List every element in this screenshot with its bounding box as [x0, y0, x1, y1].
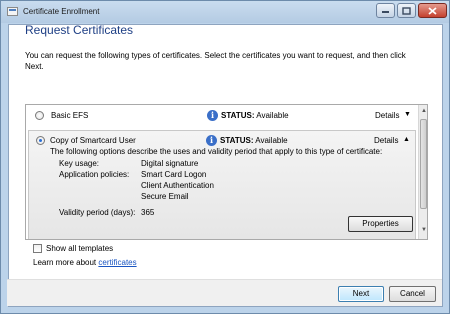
certificate-description: The following options describe the uses … [50, 147, 383, 156]
page-title: Request Certificates [25, 23, 134, 37]
status-label: STATUS: [220, 136, 254, 145]
window-title: Certificate Enrollment [23, 7, 100, 16]
next-button[interactable]: Next [338, 286, 384, 302]
application-policy: Secure Email [141, 192, 189, 201]
certificate-row-smartcard-user[interactable]: Copy of Smartcard User i STATUS: Availab… [28, 130, 416, 239]
certificate-name: Copy of Smartcard User [50, 136, 136, 145]
vertical-scrollbar[interactable]: ▲ ▼ [418, 105, 427, 239]
scroll-thumb[interactable] [420, 119, 427, 209]
intro-text: You can request the following types of c… [25, 51, 406, 71]
application-policies-label: Application policies: [59, 170, 130, 179]
cancel-button[interactable]: Cancel [389, 286, 436, 302]
scroll-down-icon[interactable]: ▼ [421, 227, 427, 233]
status-value: Available [255, 136, 288, 145]
certificate-list: Basic EFS i STATUS: Available Details ▼ … [25, 104, 428, 240]
learn-more-text: Learn more about [33, 258, 99, 267]
properties-button[interactable]: Properties [348, 216, 413, 232]
key-usage-value: Digital signature [141, 159, 199, 168]
chevron-up-icon[interactable]: ▲ [403, 136, 410, 143]
show-all-templates-checkbox[interactable] [33, 244, 42, 253]
application-policy: Client Authentication [141, 181, 214, 190]
application-policy: Smart Card Logon [141, 170, 207, 179]
show-all-templates-label[interactable]: Show all templates [46, 244, 113, 253]
certificate-app-icon [7, 7, 18, 16]
radio-smartcard-user[interactable] [36, 136, 45, 145]
status-label: STATUS: [221, 111, 255, 120]
minimize-icon [382, 10, 389, 13]
details-toggle[interactable]: Details [375, 111, 399, 120]
title-bar[interactable]: Certificate Enrollment [1, 1, 449, 23]
status-value: Available [256, 111, 289, 120]
close-icon [428, 6, 437, 15]
details-toggle[interactable]: Details [374, 136, 398, 145]
close-button[interactable] [418, 3, 447, 18]
status-text: STATUS: Available [221, 111, 289, 120]
info-icon: i [206, 135, 217, 146]
validity-period-label: Validity period (days): [59, 208, 136, 217]
key-usage-label: Key usage: [59, 159, 100, 168]
validity-period-value: 365 [141, 208, 155, 217]
minimize-button[interactable] [376, 3, 395, 18]
maximize-button[interactable] [397, 3, 416, 18]
learn-more: Learn more about certificates [33, 258, 137, 267]
status-text: STATUS: Available [220, 136, 288, 145]
info-icon: i [207, 110, 218, 121]
scroll-up-icon[interactable]: ▲ [421, 108, 427, 114]
maximize-icon [402, 6, 411, 15]
certificate-name: Basic EFS [51, 111, 89, 120]
chevron-down-icon[interactable]: ▼ [404, 111, 411, 118]
certificates-link[interactable]: certificates [98, 258, 136, 267]
radio-basic-efs[interactable] [35, 111, 44, 120]
certificate-row-basic-efs[interactable]: Basic EFS i STATUS: Available Details ▼ [26, 105, 417, 125]
